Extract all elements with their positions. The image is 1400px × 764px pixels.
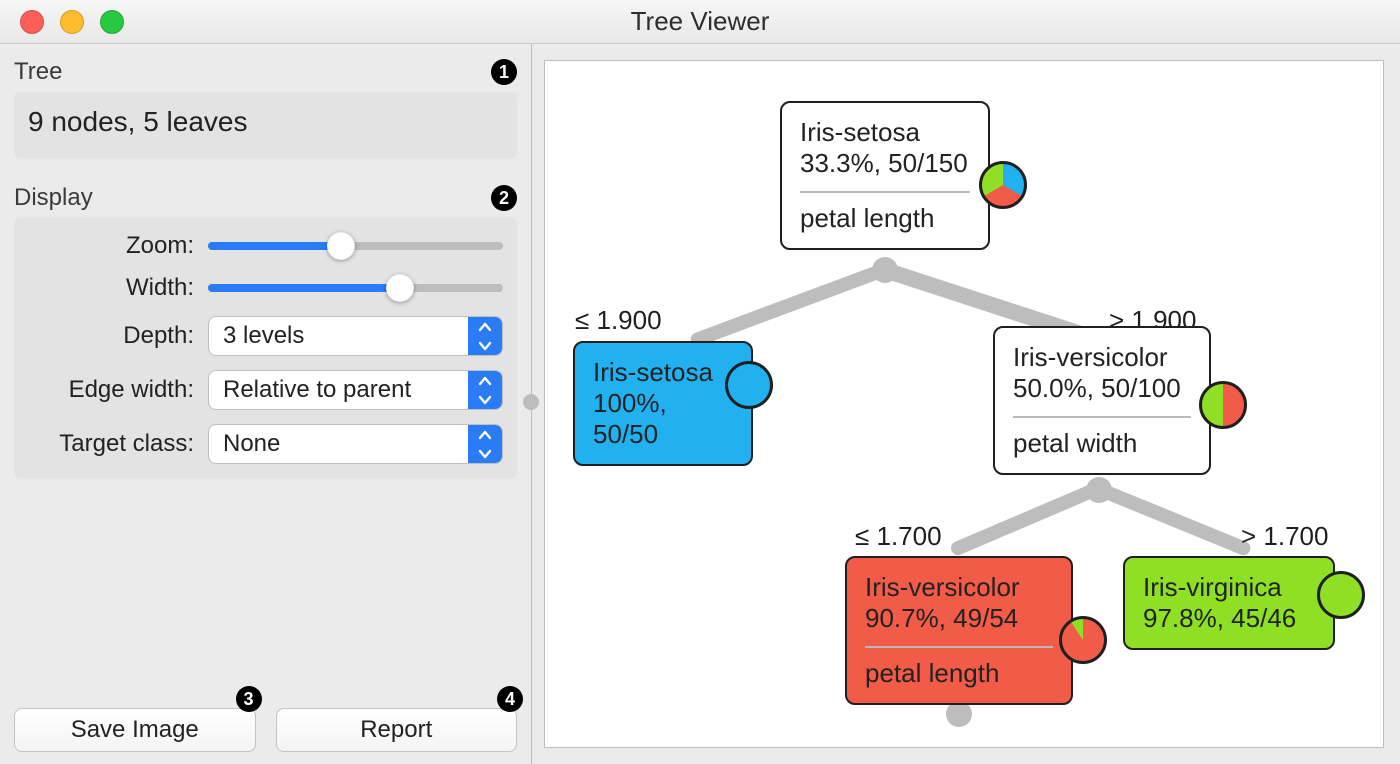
node-stats: 97.8%, 45/46	[1143, 603, 1315, 634]
pie-icon	[1317, 571, 1365, 619]
edge-label: ≤ 1.700	[855, 521, 942, 552]
node-class: Iris-versicolor	[1013, 342, 1191, 373]
tree-node-versicolor[interactable]: Iris-versicolor 90.7%, 49/54 petal lengt…	[845, 556, 1073, 705]
node-class: Iris-virginica	[1143, 572, 1315, 603]
save-image-button[interactable]: Save Image	[14, 708, 256, 752]
tree-canvas-wrap: Iris-setosa 33.3%, 50/150 petal length ≤…	[532, 44, 1400, 764]
display-panel: Zoom: Width: Depth: 3 levels	[14, 218, 517, 478]
display-section-header: Display 2	[14, 184, 517, 212]
target-class-label: Target class:	[28, 430, 208, 458]
pie-icon	[1199, 381, 1247, 429]
split-dot	[1086, 477, 1112, 503]
tree-node-root[interactable]: Iris-setosa 33.3%, 50/150 petal length	[780, 101, 990, 250]
node-class: Iris-setosa	[593, 357, 733, 388]
zoom-icon[interactable]	[100, 10, 124, 34]
node-class: Iris-setosa	[800, 117, 970, 148]
zoom-slider[interactable]	[208, 232, 503, 260]
edge-label: > 1.700	[1241, 521, 1328, 552]
window-controls	[20, 10, 124, 34]
minimize-icon[interactable]	[60, 10, 84, 34]
node-split: petal width	[1013, 428, 1191, 459]
pie-icon	[979, 161, 1027, 209]
node-stats: 50.0%, 50/100	[1013, 373, 1191, 404]
node-stats: 33.3%, 50/150	[800, 148, 970, 179]
titlebar: Tree Viewer	[0, 0, 1400, 44]
edge-width-value: Relative to parent	[209, 371, 468, 409]
target-class-select[interactable]: None	[208, 424, 503, 464]
width-label: Width:	[28, 274, 208, 302]
tree-section-label: Tree	[14, 58, 62, 86]
help-badge-1[interactable]: 1	[491, 59, 517, 85]
tree-canvas[interactable]: Iris-setosa 33.3%, 50/150 petal length ≤…	[544, 60, 1384, 748]
edge-width-label: Edge width:	[28, 376, 208, 404]
help-badge-3[interactable]: 3	[236, 686, 262, 712]
depth-label: Depth:	[28, 322, 208, 350]
node-stats: 100%, 50/50	[593, 388, 733, 450]
stepper-icon[interactable]	[468, 425, 502, 463]
close-icon[interactable]	[20, 10, 44, 34]
tree-info-box: 9 nodes, 5 leaves	[14, 92, 517, 158]
node-stats: 90.7%, 49/54	[865, 603, 1053, 634]
node-split: petal length	[800, 203, 970, 234]
report-label: Report	[360, 716, 432, 744]
depth-select[interactable]: 3 levels	[208, 316, 503, 356]
report-button[interactable]: Report	[276, 708, 518, 752]
sidebar: Tree 1 9 nodes, 5 leaves Display 2 Zoom:…	[0, 44, 532, 764]
depth-value: 3 levels	[209, 317, 468, 355]
stepper-icon[interactable]	[468, 371, 502, 409]
tree-node-petal-width[interactable]: Iris-versicolor 50.0%, 50/100 petal widt…	[993, 326, 1211, 475]
pie-icon	[1059, 616, 1107, 664]
edge-width-select[interactable]: Relative to parent	[208, 370, 503, 410]
tree-node-leaf-virginica[interactable]: Iris-virginica 97.8%, 45/46	[1123, 556, 1335, 650]
edge-label: ≤ 1.900	[575, 305, 662, 336]
help-badge-4[interactable]: 4	[497, 686, 523, 712]
node-class: Iris-versicolor	[865, 572, 1053, 603]
display-section-label: Display	[14, 184, 93, 212]
tree-section-header: Tree 1	[14, 58, 517, 86]
window-title: Tree Viewer	[0, 6, 1400, 37]
width-slider[interactable]	[208, 274, 503, 302]
node-split: petal length	[865, 658, 1053, 689]
target-class-value: None	[209, 425, 468, 463]
split-dot	[872, 257, 898, 283]
stepper-icon[interactable]	[468, 317, 502, 355]
save-image-label: Save Image	[71, 716, 199, 744]
zoom-label: Zoom:	[28, 232, 208, 260]
help-badge-2[interactable]: 2	[491, 185, 517, 211]
pie-icon	[725, 361, 773, 409]
tree-node-leaf-setosa[interactable]: Iris-setosa 100%, 50/50	[573, 341, 753, 466]
